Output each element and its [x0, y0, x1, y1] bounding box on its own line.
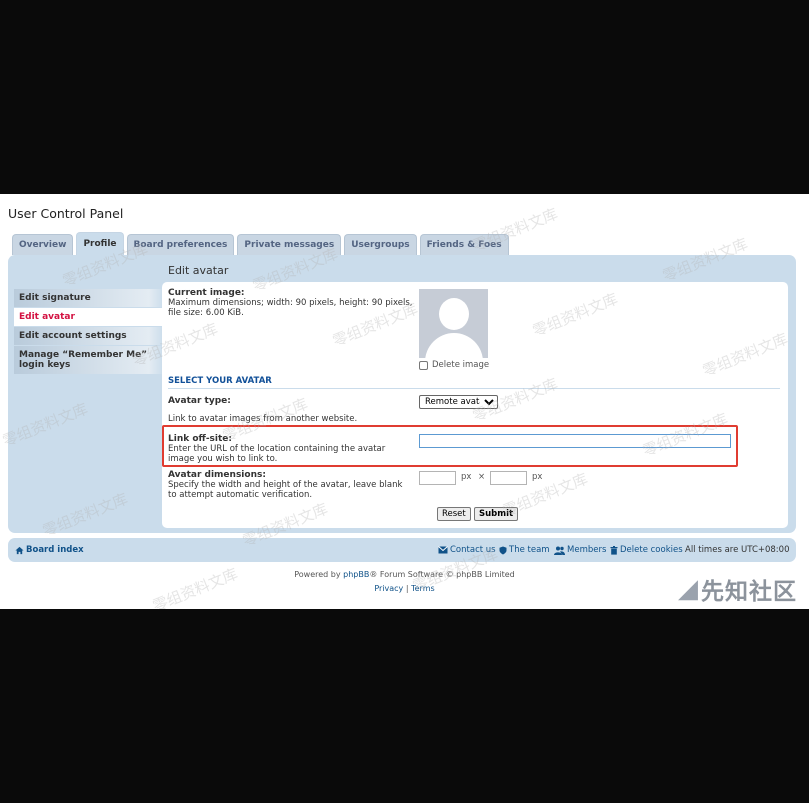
avatar-width-input[interactable] — [419, 471, 456, 485]
board-index-label: Board index — [26, 545, 84, 555]
logo-text: 先知社区 — [701, 579, 797, 605]
shield-icon — [499, 546, 507, 554]
tab-board-preferences[interactable]: Board preferences — [126, 234, 235, 255]
reset-button[interactable]: Reset — [437, 507, 471, 521]
avatar-height-input[interactable] — [490, 471, 527, 485]
tab-overview[interactable]: Overview — [12, 234, 74, 255]
current-image-label: Current image: — [168, 288, 245, 298]
sidebar-item-remember-me-keys[interactable]: Manage “Remember Me” login keys — [14, 346, 164, 374]
board-index-link[interactable]: Board index — [15, 545, 84, 555]
footer-nav-bar: Board index Contact us The team Members … — [8, 538, 796, 562]
ucp-panel: Edit signature Edit avatar Edit account … — [8, 255, 796, 533]
members-link[interactable]: Members — [554, 545, 606, 555]
current-image-explain: Maximum dimensions; width: 90 pixels, he… — [168, 298, 413, 318]
the-team-link[interactable]: The team — [499, 545, 550, 555]
submit-button[interactable]: Submit — [474, 507, 519, 521]
timezone-text: All times are UTC+08:00 — [685, 545, 790, 555]
home-icon — [15, 546, 24, 554]
width-unit: px — [461, 472, 472, 482]
delete-image-label: Delete image — [432, 360, 490, 370]
trash-icon — [610, 545, 618, 555]
logo-mark-icon: ◢ — [678, 574, 698, 604]
tab-usergroups[interactable]: Usergroups — [344, 234, 417, 255]
tab-private-messages[interactable]: Private messages — [237, 234, 342, 255]
avatar-dimensions-label: Avatar dimensions: — [168, 470, 266, 480]
delete-image-checkbox[interactable] — [419, 360, 428, 370]
xianzhi-logo: ◢ 先知社区 — [678, 572, 797, 606]
terms-link[interactable]: Terms — [411, 584, 435, 593]
delete-cookies-label: Delete cookies — [620, 545, 683, 555]
links-separator: | — [405, 584, 409, 593]
select-avatar-heading: SELECT YOUR AVATAR — [168, 376, 780, 389]
height-unit: px — [532, 472, 543, 482]
tab-friends-foes[interactable]: Friends & Foes — [419, 234, 509, 255]
highlight-box — [162, 425, 738, 467]
sidebar-item-edit-avatar[interactable]: Edit avatar — [14, 308, 164, 326]
tab-bar: Overview Profile Board preferences Priva… — [12, 232, 509, 255]
the-team-label: The team — [509, 545, 550, 555]
sidebar-item-edit-account-settings[interactable]: Edit account settings — [14, 327, 164, 345]
contact-us-label: Contact us — [450, 545, 496, 555]
avatar-placeholder-image — [419, 289, 488, 358]
delete-cookies-link[interactable]: Delete cookies — [610, 545, 683, 555]
sidebar-item-edit-signature[interactable]: Edit signature — [14, 289, 164, 307]
credits-prefix: Powered by — [294, 570, 344, 579]
avatar-form: Current image: Maximum dimensions; width… — [162, 282, 788, 528]
times-sign: × — [478, 472, 486, 482]
tab-profile[interactable]: Profile — [76, 232, 124, 255]
remote-avatar-explain: Link to avatar images from another websi… — [168, 414, 358, 424]
contact-us-link[interactable]: Contact us — [438, 545, 496, 555]
page-frame: User Control Panel Overview Profile Boar… — [0, 194, 809, 609]
users-icon — [554, 546, 565, 555]
sidebar-nav: Edit signature Edit avatar Edit account … — [14, 289, 164, 375]
avatar-type-label: Avatar type: — [168, 396, 231, 406]
current-image-row: Current image: Maximum dimensions; width… — [168, 288, 413, 318]
avatar-type-select[interactable]: Remote avatar — [419, 395, 498, 409]
credits-suffix: ® Forum Software © phpBB Limited — [369, 570, 515, 579]
avatar-dimensions-explain: Specify the width and height of the avat… — [168, 480, 403, 500]
page-title: User Control Panel — [8, 206, 124, 221]
delete-image-row: Delete image — [419, 360, 489, 370]
members-label: Members — [567, 545, 607, 555]
privacy-link[interactable]: Privacy — [374, 584, 403, 593]
avatar-dimensions-row: Avatar dimensions: Specify the width and… — [168, 470, 413, 500]
content-title: Edit avatar — [168, 264, 229, 277]
phpbb-link[interactable]: phpBB — [343, 570, 369, 579]
envelope-icon — [438, 546, 448, 554]
